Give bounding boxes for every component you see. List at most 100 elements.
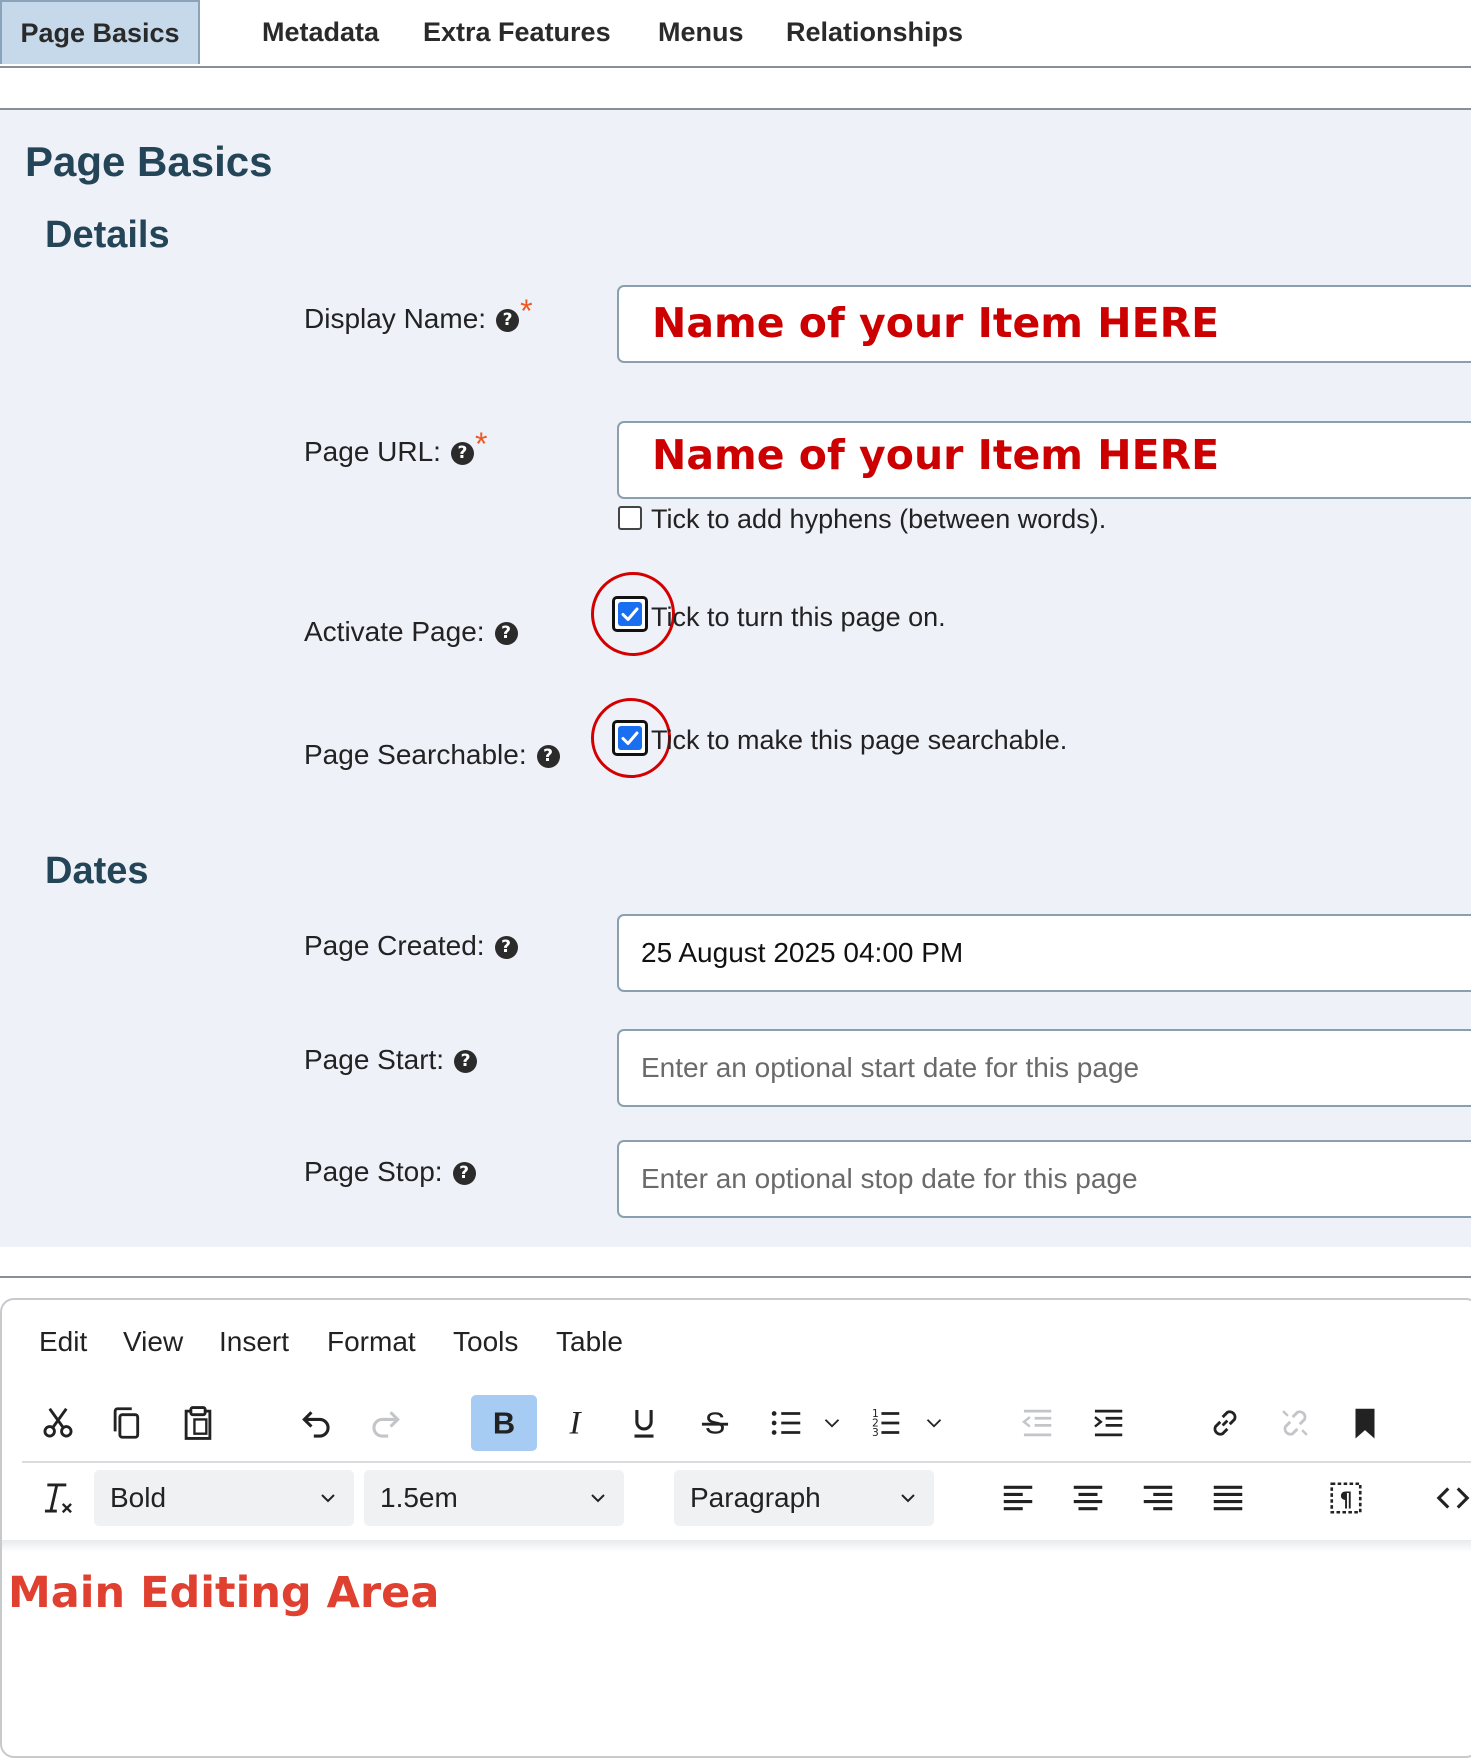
chevron-down-icon xyxy=(591,1494,605,1503)
page-url-field[interactable]: Name of your Item HERE xyxy=(617,421,1471,499)
help-icon[interactable]: ? xyxy=(452,1162,476,1186)
page-url-annotation: Name of your Item HERE xyxy=(652,431,1220,479)
page-url-label: Page URL:? * xyxy=(304,426,487,473)
tab-menus[interactable]: Menus xyxy=(640,0,762,64)
chevron-down-icon[interactable] xyxy=(909,1395,959,1451)
page-start-field[interactable] xyxy=(617,1029,1471,1107)
activate-page-label-text: Activate Page: xyxy=(304,616,485,647)
page-title: Page Basics xyxy=(25,138,273,185)
activate-page-label: Activate Page:? xyxy=(304,616,518,648)
block-format-select[interactable]: Paragraph xyxy=(674,1470,934,1526)
svg-text:¶: ¶ xyxy=(1340,1487,1353,1511)
show-blocks-icon[interactable]: ¶ xyxy=(1318,1470,1374,1526)
tab-extra-features[interactable]: Extra Features xyxy=(405,0,629,64)
details-heading: Details xyxy=(45,214,170,256)
indent-icon[interactable] xyxy=(1080,1395,1136,1451)
page-basics-panel: Page Basics Details Display Name:? * Name… xyxy=(0,110,1471,1247)
page-stop-input[interactable] xyxy=(641,1142,1471,1216)
page-stop-field[interactable] xyxy=(617,1140,1471,1218)
chevron-down-icon xyxy=(321,1494,335,1503)
editor-toolbar-row-1: B I S 123 xyxy=(2,1395,1471,1465)
page-url-label-text: Page URL: xyxy=(304,436,441,467)
required-mark: * xyxy=(520,293,533,329)
checkbox-fill xyxy=(618,726,642,750)
font-size-value: 1.5em xyxy=(380,1482,458,1513)
unlink-icon[interactable] xyxy=(1267,1395,1323,1451)
page-start-label: Page Start:? xyxy=(304,1044,478,1076)
page-stop-label-text: Page Stop: xyxy=(304,1156,443,1187)
toolbar-divider xyxy=(22,1461,1471,1463)
activate-page-checkbox[interactable] xyxy=(612,596,648,632)
menu-table[interactable]: Table xyxy=(556,1326,623,1358)
italic-icon[interactable]: I xyxy=(547,1395,603,1451)
page-start-input[interactable] xyxy=(641,1031,1471,1105)
tab-page-basics[interactable]: Page Basics xyxy=(0,0,200,64)
main-editing-area-label[interactable]: Main Editing Area xyxy=(8,1568,439,1618)
chevron-down-icon xyxy=(901,1494,915,1503)
hyphens-checkbox[interactable] xyxy=(618,506,642,530)
bold-icon[interactable]: B xyxy=(471,1395,537,1451)
help-icon[interactable]: ? xyxy=(494,622,518,646)
align-right-icon[interactable] xyxy=(1130,1470,1186,1526)
tab-bar: Page Basics Metadata Extra Features Menu… xyxy=(0,0,1471,68)
dates-heading: Dates xyxy=(45,850,149,892)
tab-metadata[interactable]: Metadata xyxy=(244,0,397,64)
undo-icon[interactable] xyxy=(287,1395,343,1451)
block-format-value: Paragraph xyxy=(690,1482,821,1513)
page-searchable-label: Page Searchable:? xyxy=(304,739,560,771)
paste-icon[interactable] xyxy=(170,1395,226,1451)
toolbar-shadow xyxy=(2,1540,1471,1552)
display-name-annotation: Name of your Item HERE xyxy=(652,299,1220,347)
align-center-icon[interactable] xyxy=(1060,1470,1116,1526)
redo-icon[interactable] xyxy=(359,1395,415,1451)
bullet-list-icon[interactable] xyxy=(758,1395,814,1451)
bookmark-icon[interactable] xyxy=(1337,1395,1393,1451)
strikethrough-icon[interactable]: S xyxy=(687,1395,743,1451)
page-searchable-checkbox[interactable] xyxy=(612,720,648,756)
page-created-input[interactable] xyxy=(641,916,1471,990)
hyphens-text: Tick to add hyphens (between words). xyxy=(651,504,1107,534)
menu-view[interactable]: View xyxy=(123,1326,183,1358)
justify-icon[interactable] xyxy=(1200,1470,1256,1526)
font-weight-value: Bold xyxy=(110,1482,167,1513)
svg-text:B: B xyxy=(493,1406,515,1441)
check-icon xyxy=(621,607,639,621)
display-name-label-text: Display Name: xyxy=(304,303,487,334)
display-name-field[interactable]: Name of your Item HERE xyxy=(617,285,1471,363)
underline-icon[interactable] xyxy=(616,1395,672,1451)
svg-text:I: I xyxy=(568,1405,582,1442)
display-name-label: Display Name:? * xyxy=(304,293,533,340)
chevron-down-icon[interactable] xyxy=(807,1395,857,1451)
link-icon[interactable] xyxy=(1197,1395,1253,1451)
help-icon[interactable]: ? xyxy=(494,936,518,960)
menu-tools[interactable]: Tools xyxy=(453,1326,518,1358)
menu-edit[interactable]: Edit xyxy=(39,1326,87,1358)
menu-format[interactable]: Format xyxy=(327,1326,416,1358)
page-stop-label: Page Stop:? xyxy=(304,1156,476,1188)
checkbox-fill xyxy=(618,602,642,626)
help-icon[interactable]: ? xyxy=(496,309,520,333)
page-created-field[interactable] xyxy=(617,914,1471,992)
page-created-label: Page Created:? xyxy=(304,930,518,962)
numbered-list-icon[interactable]: 123 xyxy=(857,1395,913,1451)
font-size-select[interactable]: 1.5em xyxy=(364,1470,624,1526)
help-icon[interactable]: ? xyxy=(536,745,560,769)
page-searchable-label-text: Page Searchable: xyxy=(304,739,527,770)
clear-format-icon[interactable] xyxy=(30,1470,86,1526)
copy-icon[interactable] xyxy=(99,1395,155,1451)
cut-icon[interactable] xyxy=(30,1395,86,1451)
menu-insert[interactable]: Insert xyxy=(219,1326,289,1358)
font-weight-select[interactable]: Bold xyxy=(94,1470,354,1526)
code-icon[interactable] xyxy=(1434,1470,1471,1526)
help-icon[interactable]: ? xyxy=(450,442,474,466)
divider xyxy=(0,1276,1471,1278)
check-icon xyxy=(621,731,639,745)
page-created-label-text: Page Created: xyxy=(304,930,485,961)
page-searchable-text: Tick to make this page searchable. xyxy=(651,725,1068,755)
outdent-icon[interactable] xyxy=(1009,1395,1065,1451)
align-left-icon[interactable] xyxy=(990,1470,1046,1526)
help-icon[interactable]: ? xyxy=(454,1050,478,1074)
editor-menubar: Edit View Insert Format Tools Table xyxy=(2,1300,1471,1380)
tab-relationships[interactable]: Relationships xyxy=(768,0,981,64)
svg-text:3: 3 xyxy=(872,1426,879,1439)
